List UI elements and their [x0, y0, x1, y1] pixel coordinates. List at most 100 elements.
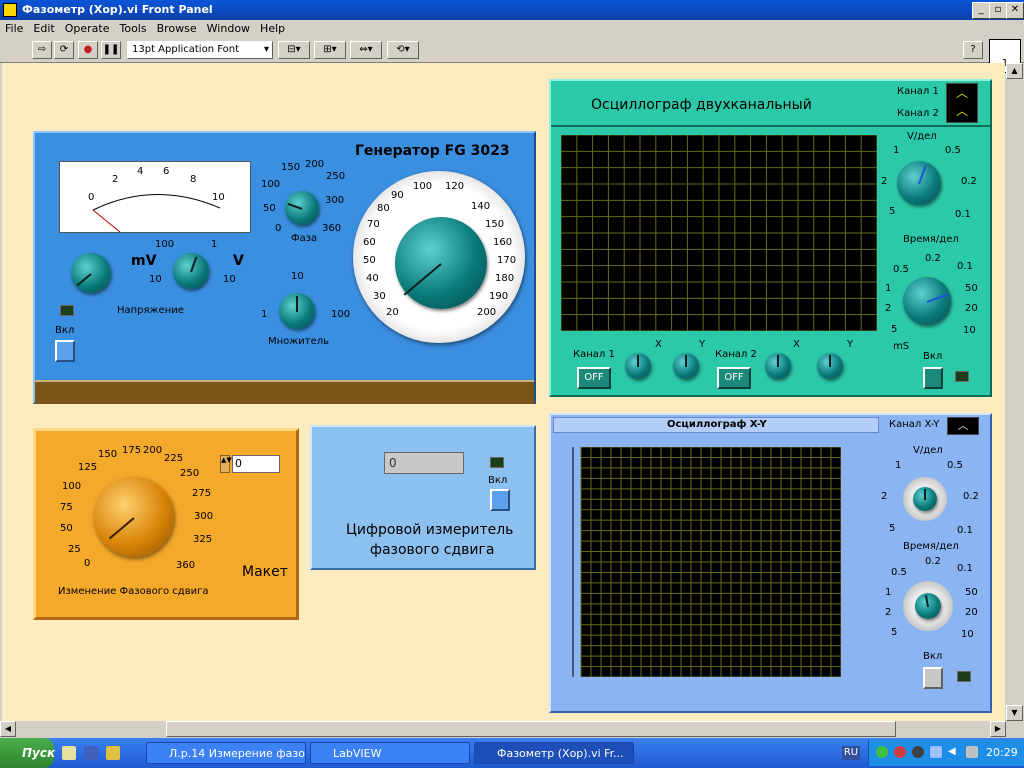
scroll-up-icon[interactable]: ▲: [1006, 63, 1023, 79]
maket-tick-250: 250: [180, 468, 200, 479]
run-continuous-icon[interactable]: ⟳: [54, 41, 74, 59]
meter-tick-10: 10: [212, 192, 225, 203]
abort-icon[interactable]: ●: [78, 41, 98, 59]
maket-title: Макет: [242, 564, 288, 580]
frequency-knob[interactable]: [395, 217, 487, 309]
osc2-time-label: Время/дел: [903, 234, 959, 245]
oscxy-legend-swatch: ︿: [947, 417, 979, 435]
osc2-ch1-off-button[interactable]: OFF: [577, 367, 611, 389]
freq-tick-140: 140: [471, 201, 491, 212]
tray-icon-4[interactable]: [930, 746, 942, 758]
osc2-time-knob[interactable]: [903, 277, 951, 325]
minimize-button[interactable]: _: [972, 2, 990, 19]
digital-meter-power-button[interactable]: [490, 489, 510, 511]
voltage-label: Напряжение: [117, 305, 184, 316]
tray-icon-1[interactable]: [876, 746, 888, 758]
osc2-volt-label: V/дел: [907, 131, 937, 142]
menu-file[interactable]: File: [0, 20, 28, 35]
freq-tick-20: 20: [386, 307, 399, 318]
unit-v-label: V: [233, 253, 244, 269]
oscxy-power-button[interactable]: [923, 667, 943, 689]
multiplier-knob[interactable]: [279, 293, 315, 329]
generator-power-button[interactable]: [55, 340, 75, 362]
scroll-right-icon[interactable]: ▶: [990, 721, 1006, 737]
osc2-led: [955, 371, 969, 382]
osc2-ch2-x-knob[interactable]: [765, 353, 791, 379]
scroll-down-icon[interactable]: ▼: [1006, 705, 1023, 721]
task-labview[interactable]: LabVIEW: [310, 742, 470, 764]
unit-mv-label: mV: [131, 253, 157, 269]
pencil-icon[interactable]: [106, 746, 120, 760]
horizontal-scrollbar[interactable]: ◀ ▶: [0, 721, 1008, 737]
phase-tick-100: 100: [261, 179, 281, 190]
voltage-knob[interactable]: [71, 253, 111, 293]
reorder-icon[interactable]: ⟲▾: [387, 41, 419, 59]
phase-shift-numeric[interactable]: 0: [232, 455, 280, 473]
scroll-left-icon[interactable]: ◀: [0, 721, 16, 737]
oscxy-volt-knob[interactable]: [913, 487, 937, 511]
vertical-scrollbar[interactable]: ▲ ▼: [1006, 63, 1023, 721]
oscxy-volt-5: 5: [889, 523, 896, 534]
osc2-ch1-x-knob[interactable]: [625, 353, 651, 379]
maket-tick-200: 200: [143, 445, 163, 456]
font-select[interactable]: 13pt Application Font ▾: [127, 41, 273, 59]
osc2-ch2-y-knob[interactable]: [817, 353, 843, 379]
maximize-button[interactable]: ▫: [989, 2, 1007, 19]
tray-icon-3[interactable]: [912, 746, 924, 758]
range-tick-10a: 10: [149, 274, 162, 285]
menu-operate[interactable]: Operate: [60, 20, 115, 35]
osc2-power-button[interactable]: [923, 367, 943, 389]
phase-shift-knob[interactable]: [94, 477, 174, 557]
oscxy-time-2: 2: [885, 607, 892, 618]
task-lab-doc[interactable]: Л.р.14 Измерение фазо...: [146, 742, 306, 764]
freq-tick-40: 40: [366, 273, 379, 284]
meter-tick-0: 0: [88, 192, 95, 203]
pause-icon[interactable]: ❚❚: [101, 41, 121, 59]
freq-tick-190: 190: [489, 291, 509, 302]
osc2-time-5: 5: [891, 324, 898, 335]
language-indicator[interactable]: RU: [842, 746, 860, 760]
maket-tick-360: 360: [176, 560, 196, 571]
scroll-thumb[interactable]: [166, 721, 896, 737]
oscxy-title: Осциллограф X-Y: [667, 419, 767, 430]
menu-window[interactable]: Window: [202, 20, 255, 35]
osc2-ms-label: mS: [893, 341, 910, 352]
numeric-stepper-icon[interactable]: ▲▼: [220, 455, 232, 473]
menu-help[interactable]: Help: [255, 20, 290, 35]
tray-icon-2[interactable]: [894, 746, 906, 758]
oscxy-time-knob[interactable]: [915, 593, 941, 619]
range-knob[interactable]: [173, 253, 209, 289]
menu-tools[interactable]: Tools: [115, 20, 152, 35]
task-phasemeter[interactable]: Фазометр (Хор).vi Fr...: [474, 742, 634, 764]
menu-browse[interactable]: Browse: [152, 20, 202, 35]
maket-tick-25: 25: [68, 544, 81, 555]
maket-tick-50: 50: [60, 523, 73, 534]
chevron-down-icon: ▾: [263, 44, 269, 55]
close-button[interactable]: ✕: [1006, 2, 1024, 19]
osc2-ch2-off-button[interactable]: OFF: [717, 367, 751, 389]
quicklaunch-icon[interactable]: [62, 746, 76, 760]
mult-tick-100: 100: [331, 309, 351, 320]
phase-tick-360: 360: [322, 223, 342, 234]
start-button[interactable]: Пуск: [0, 738, 55, 768]
digital-meter-led: [490, 457, 504, 468]
phase-knob[interactable]: [285, 191, 319, 225]
volume-icon[interactable]: ◀: [948, 746, 960, 758]
help-button[interactable]: ?: [963, 41, 983, 59]
osc2-time-1: 1: [885, 283, 892, 294]
resize-icon[interactable]: ⇔▾: [350, 41, 382, 59]
tray-icon-5[interactable]: [966, 746, 978, 758]
osc2-ch1-y-knob[interactable]: [673, 353, 699, 379]
osc2-volt-knob[interactable]: [897, 161, 941, 205]
oscxy-time-02: 0.2: [925, 556, 941, 567]
oscxy-led: [957, 671, 971, 682]
oscxy-panel: Осциллограф X-Y Канал X-Y ︿ V/дел 1 0.5 …: [549, 413, 992, 713]
menu-edit[interactable]: Edit: [28, 20, 59, 35]
oscxy-time-05: 0.5: [891, 567, 907, 578]
osc2-ch2-y-label: Y: [847, 339, 854, 350]
align-icon[interactable]: ⊟▾: [278, 41, 310, 59]
clock: 20:29: [986, 746, 1018, 759]
save-icon[interactable]: [84, 746, 98, 760]
distribute-icon[interactable]: ⊞▾: [314, 41, 346, 59]
run-arrow-icon[interactable]: ⇨: [32, 41, 52, 59]
